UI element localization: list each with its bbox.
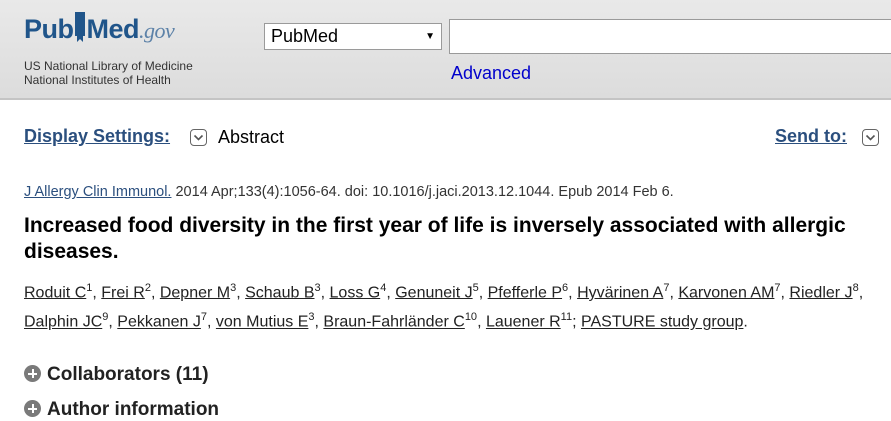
author-affiliation: 8 (852, 282, 859, 294)
collaborators-label: Collaborators (11) (47, 364, 209, 385)
send-to-link[interactable]: Send to: (775, 126, 847, 147)
author-link[interactable]: Roduit C (24, 284, 86, 301)
author-link[interactable]: Genuneit J (395, 284, 472, 301)
author-information-label: Author information (47, 399, 220, 420)
expand-plus-icon (24, 400, 41, 417)
author-affiliation: 9 (102, 311, 109, 324)
header: Pub Med.gov US National Library of Medici… (0, 0, 891, 100)
author-link[interactable]: von Mutius E (216, 314, 308, 331)
author-list: Roduit C1, Frei R2, Depner M3, Schaub B3… (24, 282, 864, 331)
author-link[interactable]: Karvonen AM (678, 284, 774, 301)
send-to-toggle-icon[interactable] (862, 129, 879, 146)
expand-plus-icon (24, 365, 41, 382)
collaborators-toggle[interactable]: Collaborators (11) (24, 364, 209, 386)
display-settings-link[interactable]: Display Settings: (24, 126, 170, 147)
book-icon (74, 12, 85, 42)
author-affiliation: 2 (144, 282, 151, 294)
author-link[interactable]: Riedler J (789, 284, 852, 301)
display-settings-toggle-icon[interactable] (190, 129, 207, 146)
author-information-toggle[interactable]: Author information (24, 399, 219, 421)
database-select-value: PubMed (271, 26, 339, 46)
display-format-label: Abstract (218, 127, 285, 147)
author-link[interactable]: Lauener R (486, 314, 561, 331)
author-affiliation: 5 (472, 282, 479, 294)
logo-gov: .gov (139, 18, 175, 43)
org-line-nih: National Institutes of Health (24, 73, 171, 87)
advanced-search-link[interactable]: Advanced (451, 63, 531, 84)
author-affiliation: 3 (314, 282, 321, 294)
author-link[interactable]: Braun-Fahrländer C (323, 314, 464, 331)
org-line-nlm: US National Library of Medicine (24, 59, 193, 73)
citation-details: 2014 Apr;133(4):1056-64. doi: 10.1016/j.… (171, 184, 674, 200)
author-link[interactable]: Depner M (160, 284, 230, 301)
author-affiliation: 4 (380, 282, 387, 294)
study-group-link[interactable]: PASTURE study group (581, 314, 743, 331)
pubmed-logo[interactable]: Pub Med.gov US National Library of Medici… (24, 12, 193, 87)
logo-med: Med (86, 14, 140, 44)
author-affiliation: 1 (86, 282, 93, 294)
author-link[interactable]: Pfefferle P (488, 284, 562, 301)
author-affiliation: 3 (230, 282, 237, 294)
dropdown-arrow-icon: ▼ (425, 31, 435, 42)
author-link[interactable]: Loss G (330, 284, 381, 301)
author-affiliation: 7 (200, 311, 208, 324)
author-affiliation: 7 (774, 282, 781, 294)
author-affiliation: 6 (562, 282, 569, 294)
article-title: Increased food diversity in the first ye… (24, 214, 846, 263)
search-input[interactable] (449, 19, 891, 54)
author-affiliation: 11 (560, 311, 573, 324)
citation-line: J Allergy Clin Immunol. 2014 Apr;133(4):… (24, 184, 674, 200)
author-link[interactable]: Schaub B (245, 284, 314, 301)
author-link[interactable]: Dalphin JC (24, 314, 102, 331)
logo-pub: Pub (24, 14, 74, 44)
author-link[interactable]: Frei R (101, 284, 145, 301)
author-link[interactable]: Pekkanen J (117, 314, 201, 331)
author-link[interactable]: Hyvärinen A (577, 284, 663, 301)
author-affiliation: 7 (663, 282, 670, 294)
database-select[interactable]: PubMed ▼ (264, 23, 442, 50)
author-affiliation: 10 (464, 311, 478, 324)
author-affiliation: 3 (308, 311, 315, 324)
journal-link[interactable]: J Allergy Clin Immunol. (24, 184, 171, 200)
